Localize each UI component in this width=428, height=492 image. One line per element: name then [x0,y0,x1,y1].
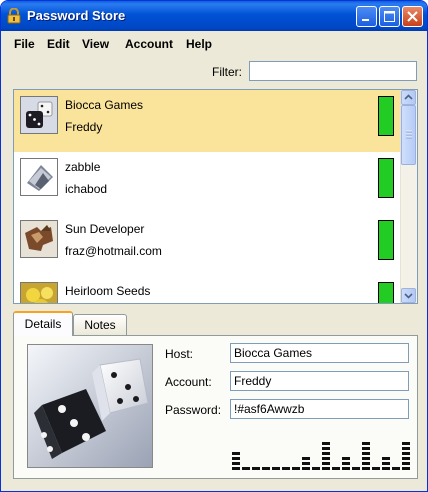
strength-meter-segment [312,467,320,470]
list-item[interactable]: Sun Developer fraz@hotmail.com [14,214,402,276]
tab-notes[interactable]: Notes [73,314,127,335]
entry-site: Sun Developer [65,222,145,236]
list-item[interactable]: Biocca Games Freddy [14,90,402,152]
entry-site: Heirloom Seeds [65,284,151,298]
strength-meter-segment [232,462,240,465]
strength-meter-segment [282,467,290,470]
strength-meter-segment [302,462,310,465]
maximize-icon [384,11,395,22]
cards-thumbnail [20,158,58,196]
strength-meter-segment [382,467,390,470]
password-strength-meter [232,442,410,470]
host-label: Host: [165,347,194,361]
strength-meter-segment [392,467,400,470]
host-field[interactable]: Biocca Games [230,343,409,363]
arrow-down-icon [404,293,413,299]
password-strength-bar [378,96,394,136]
entry-user: Freddy [65,120,103,134]
strength-meter-segment [362,467,370,470]
window-title: Password Store [27,8,126,23]
strength-meter-segment [342,457,350,460]
strength-meter-segment [302,467,310,470]
arrow-up-icon [404,94,413,100]
list-item[interactable]: zabble ichabod [14,152,402,214]
menu-account[interactable]: Account [125,37,173,51]
strength-meter-segment [362,462,370,465]
password-store-window: Password Store File Edit View Account He… [0,0,428,492]
list-item[interactable]: Heirloom Seeds [14,276,402,303]
menu-file[interactable]: File [14,37,35,51]
entry-user: fraz@hotmail.com [65,244,162,258]
entry-site: Biocca Games [65,98,144,112]
scroll-thumb[interactable] [401,105,416,165]
password-strength-bar [378,158,394,198]
password-strength-bar [378,282,394,303]
password-field[interactable]: !#asf6Awwzb [230,399,409,419]
strength-meter-segment [232,467,240,470]
entry-site: zabble [65,160,101,174]
password-strength-bar [378,220,394,260]
scroll-up-button[interactable] [401,90,416,105]
strength-meter-segment [402,467,410,470]
maximize-button[interactable] [379,6,400,27]
menu-view[interactable]: View [82,37,109,51]
strength-meter-segment [402,452,410,455]
strength-meter-segment [322,457,330,460]
strength-meter-segment [352,467,360,470]
padlock-icon [7,8,21,24]
strength-meter-segment [302,457,310,460]
strength-meter-segment [322,452,330,455]
minimize-icon [362,19,369,21]
strength-meter-segment [402,442,410,445]
details-panel: Host: Biocca Games Account: Freddy Passw… [13,335,418,479]
strength-meter-segment [322,462,330,465]
tab-details[interactable]: Details [13,311,73,336]
account-list[interactable]: Biocca Games Freddy zabble ichabod Sun D… [13,89,418,304]
close-icon [407,11,418,22]
strength-meter-segment [252,467,260,470]
strength-meter-segment [322,442,330,445]
account-label: Account: [165,375,212,389]
strength-meter-segment [362,442,370,445]
entry-user: ichabod [65,182,108,196]
menu-edit[interactable]: Edit [47,37,70,51]
strength-meter-segment [292,467,300,470]
strength-meter-segment [232,457,240,460]
jigsaw-thumbnail [20,220,58,258]
strength-meter-segment [402,457,410,460]
strength-meter-segment [272,467,280,470]
dice-thumbnail [20,96,58,134]
password-label: Password: [165,403,222,417]
strength-meter-segment [402,447,410,450]
flower-thumbnail [20,282,58,303]
strength-meter-segment [332,467,340,470]
strength-meter-segment [382,457,390,460]
filter-input[interactable] [249,61,417,81]
strength-meter-segment [322,467,330,470]
close-button[interactable] [402,6,423,27]
strength-meter-segment [262,467,270,470]
dice-photo [27,344,153,468]
minimize-button[interactable] [356,6,377,27]
filter-label: Filter: [212,65,242,79]
strength-meter-segment [362,457,370,460]
strength-meter-segment [342,467,350,470]
strength-meter-segment [342,462,350,465]
scroll-down-button[interactable] [401,288,416,303]
strength-meter-segment [242,467,250,470]
list-scrollbar[interactable] [400,90,417,303]
strength-meter-segment [402,462,410,465]
menu-help[interactable]: Help [186,37,212,51]
strength-meter-segment [372,467,380,470]
strength-meter-segment [322,447,330,450]
account-field[interactable]: Freddy [230,371,409,391]
strength-meter-segment [382,462,390,465]
strength-meter-segment [232,452,240,455]
strength-meter-segment [362,452,370,455]
title-bar[interactable]: Password Store [1,1,427,31]
strength-meter-segment [362,447,370,450]
menu-bar: File Edit View Account Help [1,31,427,55]
